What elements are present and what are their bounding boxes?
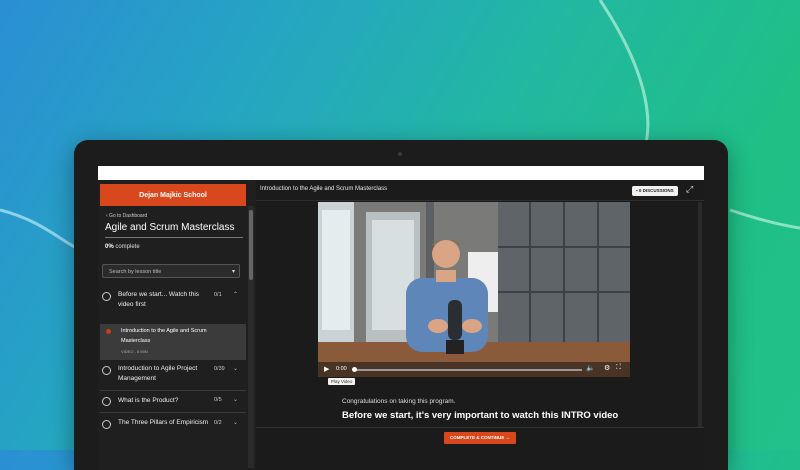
- play-video-tooltip: Play Video: [328, 378, 356, 385]
- expand-icon[interactable]: ⤢: [686, 184, 696, 194]
- progress-percent: 0%: [105, 244, 114, 250]
- section-status-circle: [102, 366, 111, 375]
- discussions-label: 0 DISCUSSIONS: [638, 188, 674, 193]
- video-seek-bar[interactable]: [354, 369, 582, 371]
- lesson-item-active[interactable]: Introduction to the Agile and Scrum Mast…: [100, 324, 246, 360]
- chevron-down-icon[interactable]: ⌄: [233, 419, 238, 426]
- chat-icon: ▪: [636, 188, 638, 193]
- intro-heading: Before we start, it's very important to …: [342, 410, 619, 421]
- congrats-text: Congratulations on taking this program.: [342, 398, 456, 405]
- divider: [105, 237, 243, 238]
- seek-knob[interactable]: [352, 367, 357, 372]
- caret-down-icon: ▾: [231, 269, 235, 275]
- divider: [100, 412, 246, 413]
- section-status-circle: [102, 420, 111, 429]
- course-sidebar: Dejan Majkic School ‹ Go to Dashboard Ag…: [98, 180, 256, 470]
- section-title: What is the Product?: [118, 397, 179, 404]
- section-status-circle: [102, 397, 111, 406]
- course-title: Agile and Scrum Masterclass: [105, 222, 235, 233]
- laptop-screen: Dejan Majkic School ‹ Go to Dashboard Ag…: [98, 166, 704, 470]
- gear-icon[interactable]: ⚙: [604, 364, 610, 372]
- chevron-up-icon[interactable]: ⌃: [233, 291, 238, 298]
- divider: [100, 390, 246, 391]
- section-count: 0/2: [214, 420, 222, 426]
- webcam-dot: [398, 152, 402, 156]
- lesson-title: Introduction to the Agile and Scrum Mast…: [121, 328, 207, 344]
- chevron-down-icon[interactable]: ⌄: [233, 396, 238, 403]
- lesson-search-input[interactable]: Search by lesson title ▾: [102, 264, 240, 278]
- progress-label: complete: [115, 244, 140, 250]
- section-title: Introduction to Agile Project Management: [118, 365, 198, 382]
- section-item-intro-agile[interactable]: Introduction to Agile Project Management…: [98, 364, 246, 390]
- video-frame: [318, 202, 630, 377]
- section-item-three-pillars[interactable]: The Three Pillars of Empiricism 0/2 ⌄: [98, 418, 246, 444]
- fullscreen-icon[interactable]: ⛶: [616, 364, 621, 372]
- dashboard-link[interactable]: ‹ Go to Dashboard: [106, 213, 147, 219]
- lesson-header-title: Introduction to the Agile and Scrum Mast…: [260, 186, 388, 192]
- video-player[interactable]: ▶ 0:00 🔈 ⚙ ⛶: [318, 202, 630, 377]
- video-time: 0:00: [336, 366, 347, 372]
- volume-icon[interactable]: 🔈: [586, 364, 595, 372]
- section-count: 0/39: [214, 366, 225, 372]
- main-scrollbar[interactable]: [698, 202, 702, 427]
- section-item-what-is-product[interactable]: What is the Product? 0/5 ⌄: [98, 396, 246, 410]
- divider: [256, 427, 704, 428]
- current-lesson-dot: [106, 329, 111, 334]
- divider: [256, 200, 704, 201]
- section-item-before-we-start[interactable]: Before we start... Watch this video firs…: [98, 290, 246, 322]
- school-name-banner[interactable]: Dejan Majkic School: [100, 184, 246, 206]
- sidebar-scrollbar[interactable]: [248, 206, 254, 468]
- lesson-meta: VIDEO - 8 MIN: [121, 349, 148, 354]
- section-count: 0/5: [214, 397, 222, 403]
- chevron-down-icon[interactable]: ⌄: [233, 365, 238, 372]
- section-title: The Three Pillars of Empiricism: [118, 419, 209, 426]
- play-icon[interactable]: ▶: [324, 365, 329, 373]
- section-title: Before we start... Watch this video firs…: [118, 291, 200, 308]
- laptop-frame: Dejan Majkic School ‹ Go to Dashboard Ag…: [74, 140, 728, 470]
- search-placeholder: Search by lesson title: [109, 269, 162, 275]
- section-status-circle: [102, 292, 111, 301]
- course-progress: 0% complete: [105, 244, 140, 250]
- video-controls-bar: ▶ 0:00 🔈 ⚙ ⛶: [318, 362, 630, 377]
- complete-continue-button[interactable]: COMPLETE & CONTINUE →: [444, 432, 517, 444]
- scrollbar-thumb[interactable]: [249, 210, 253, 280]
- lesson-main-panel: Introduction to the Agile and Scrum Mast…: [256, 180, 704, 470]
- discussions-button[interactable]: ▪ 0 DISCUSSIONS: [632, 186, 678, 196]
- section-count: 0/1: [214, 292, 222, 298]
